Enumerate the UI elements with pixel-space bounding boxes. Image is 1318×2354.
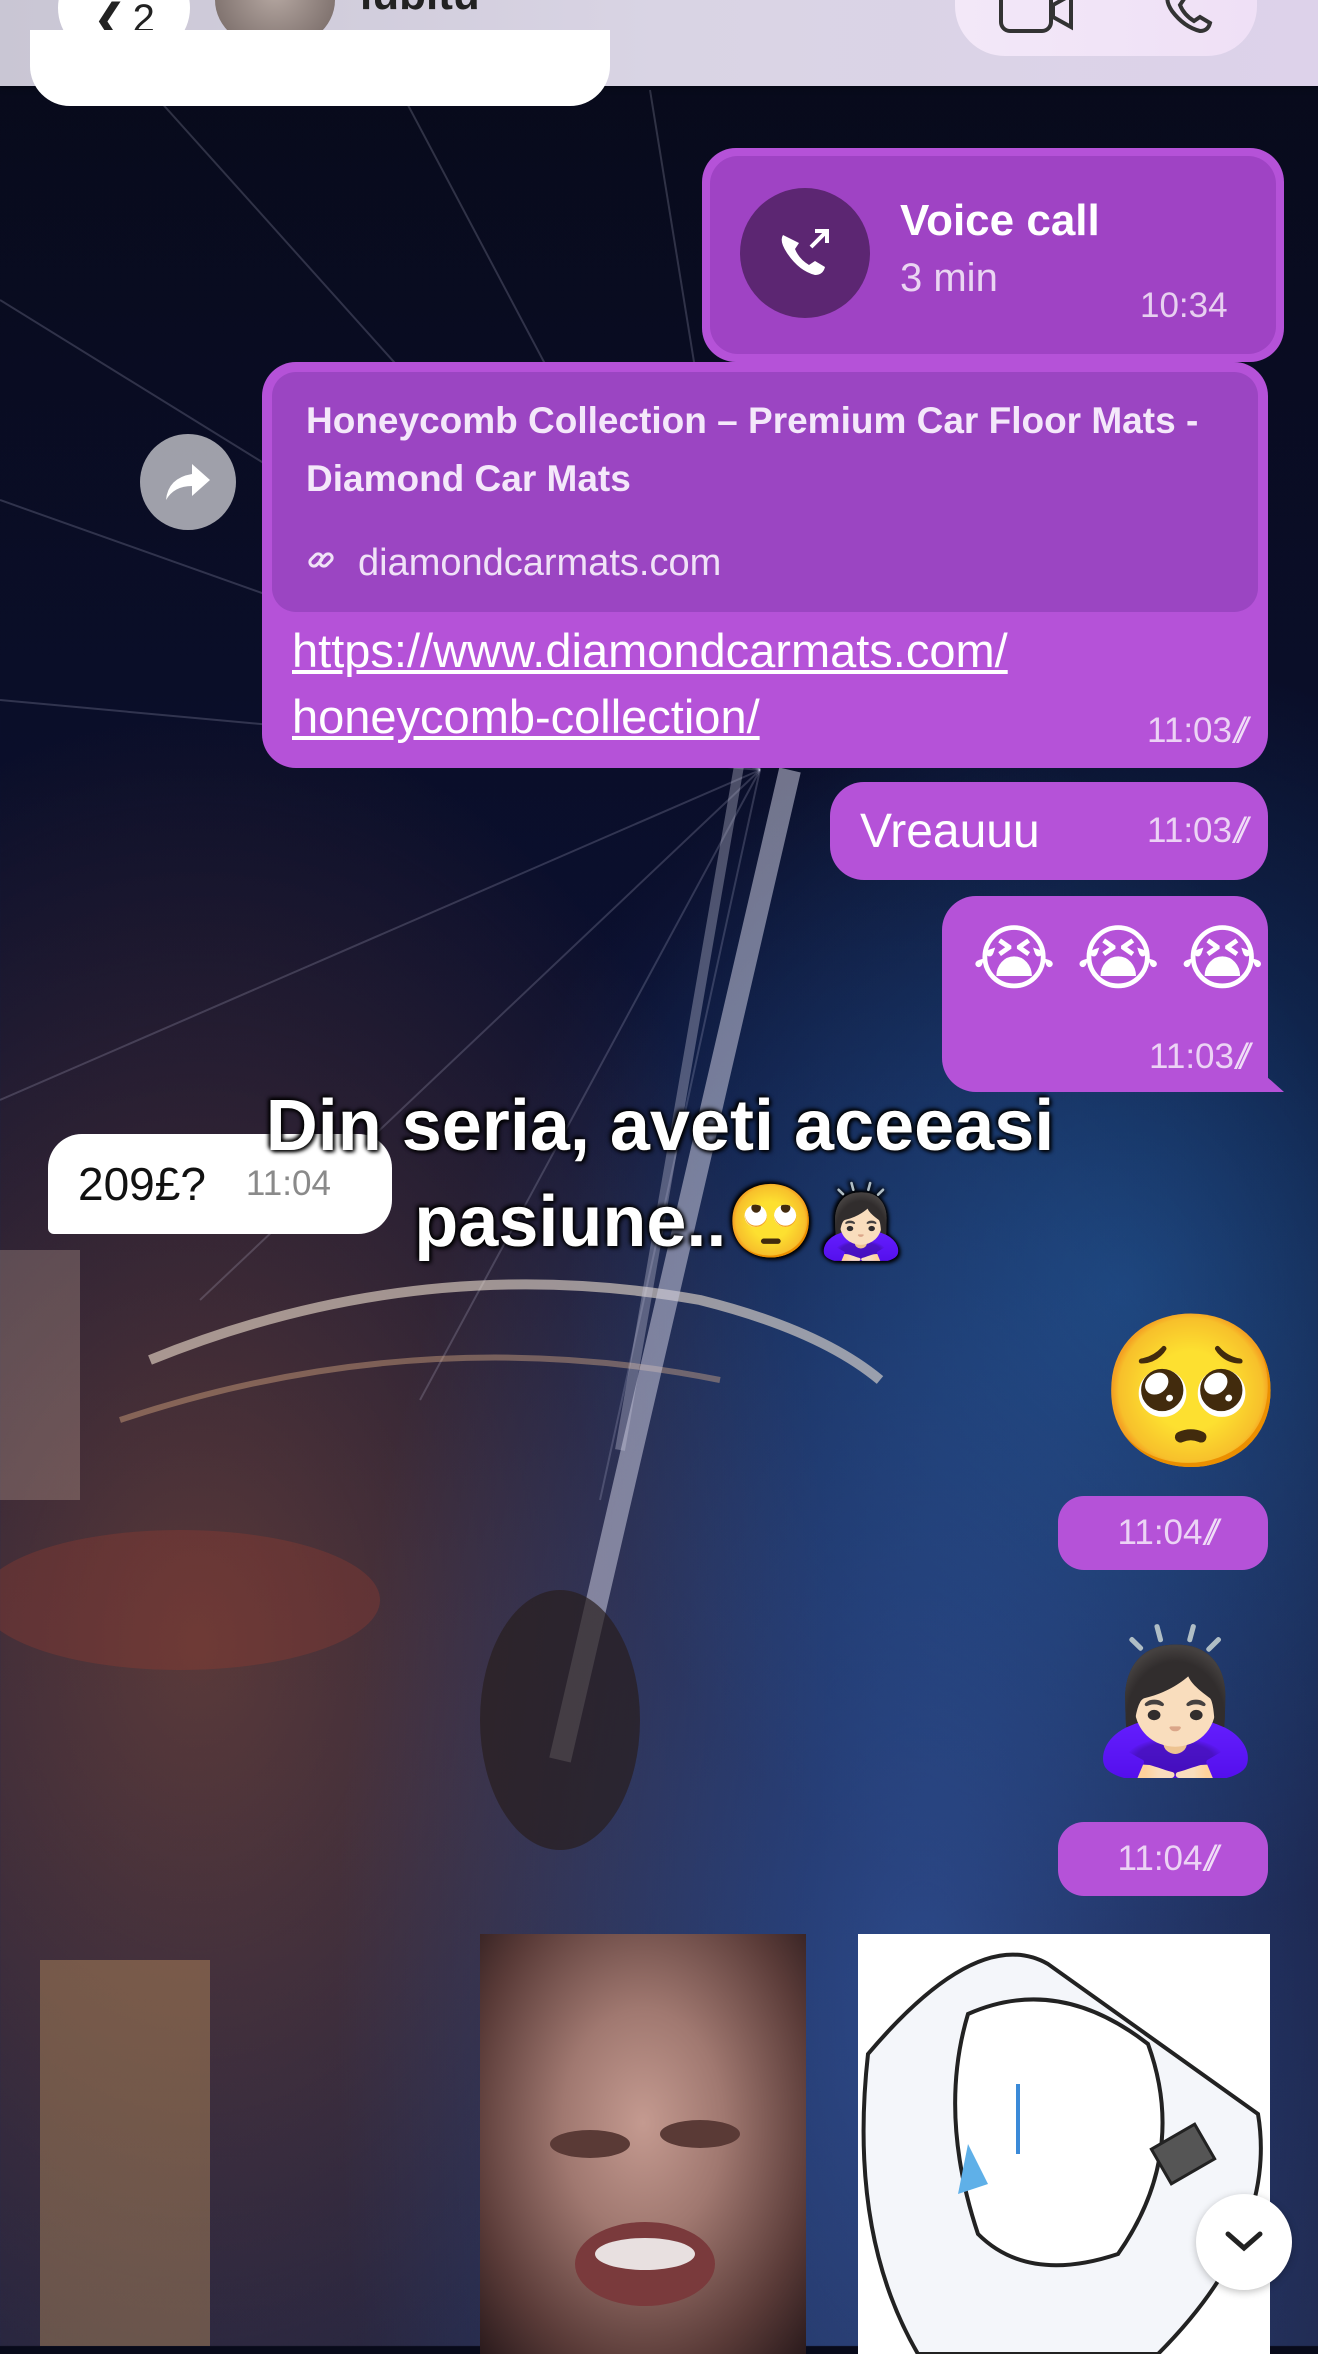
forward-button[interactable] <box>140 434 236 530</box>
voice-call-duration: 3 min <box>900 256 998 300</box>
scroll-to-bottom-button[interactable] <box>1196 2194 1292 2290</box>
message-text: Vreauuu <box>860 804 1040 858</box>
link-url[interactable]: https://www.diamondcarmats.com/ honeycom… <box>292 618 1092 750</box>
caption-line2: pasiune..🙄🙇🏻‍♀️ <box>414 1182 906 1262</box>
message-time: 11:03 <box>1147 811 1232 850</box>
previous-message-bubble <box>30 30 610 106</box>
link-preview-domain: diamondcarmats.com <box>306 542 721 585</box>
message-status: 11:04 // <box>1058 1822 1268 1896</box>
link-icon <box>306 542 336 585</box>
emoji-message[interactable]: 😭 😭 😭 11:03 // <box>942 896 1268 1092</box>
link-url-line1[interactable]: https://www.diamondcarmats.com/ <box>292 624 1008 677</box>
crying-emoji: 😭 😭 😭 <box>972 919 1265 999</box>
pillow-sticker[interactable] <box>858 1934 1270 2354</box>
message-time: 11:04 <box>1117 1839 1203 1878</box>
message-status: 11:03 // <box>1147 810 1252 852</box>
message-status: 11:04 // <box>1058 1496 1268 1570</box>
link-message[interactable]: Honeycomb Collection – Premium Car Floor… <box>262 362 1268 768</box>
text-message[interactable]: Vreauuu 11:03 // <box>830 782 1268 880</box>
phone-icon[interactable] <box>1162 0 1214 38</box>
forward-arrow-icon <box>166 464 210 500</box>
voice-call-title: Voice call <box>900 196 1100 245</box>
message-time: 11:03 <box>1147 711 1232 750</box>
link-url-line2[interactable]: honeycomb-collection/ <box>292 690 760 743</box>
voice-call-message[interactable]: Voice call 3 min 10:34 <box>702 148 1284 362</box>
caption-line1: Din seria, aveti aceeasi <box>265 1086 1055 1166</box>
message-time: 10:34 <box>1140 286 1228 325</box>
message-time: 11:04 <box>1117 1513 1203 1552</box>
link-preview-card[interactable]: Honeycomb Collection – Premium Car Floor… <box>272 372 1258 612</box>
video-camera-icon[interactable] <box>998 0 1075 38</box>
link-preview-title: Honeycomb Collection – Premium Car Floor… <box>306 400 1199 499</box>
contact-name[interactable]: iubitu <box>360 0 480 20</box>
bowing-emoji[interactable]: 🙇🏻‍♀️ <box>1088 1620 1262 1784</box>
chevron-down-icon <box>1225 2231 1263 2252</box>
message-status: 11:03 // <box>1147 710 1252 752</box>
message-text: 209£? <box>78 1158 206 1210</box>
pleading-emoji[interactable]: 🥺 <box>1098 1304 1285 1480</box>
call-actions <box>955 0 1257 56</box>
message-time: 11:03 <box>1149 1037 1234 1076</box>
overlay-caption: Din seria, aveti aceeasi pasiune..🙄🙇🏻‍♀️ <box>200 1078 1120 1270</box>
message-status: 11:03 // <box>1149 1036 1254 1078</box>
outgoing-call-icon <box>740 188 870 318</box>
crying-child-sticker[interactable] <box>480 1934 806 2354</box>
link-domain-text: diamondcarmats.com <box>358 542 722 584</box>
